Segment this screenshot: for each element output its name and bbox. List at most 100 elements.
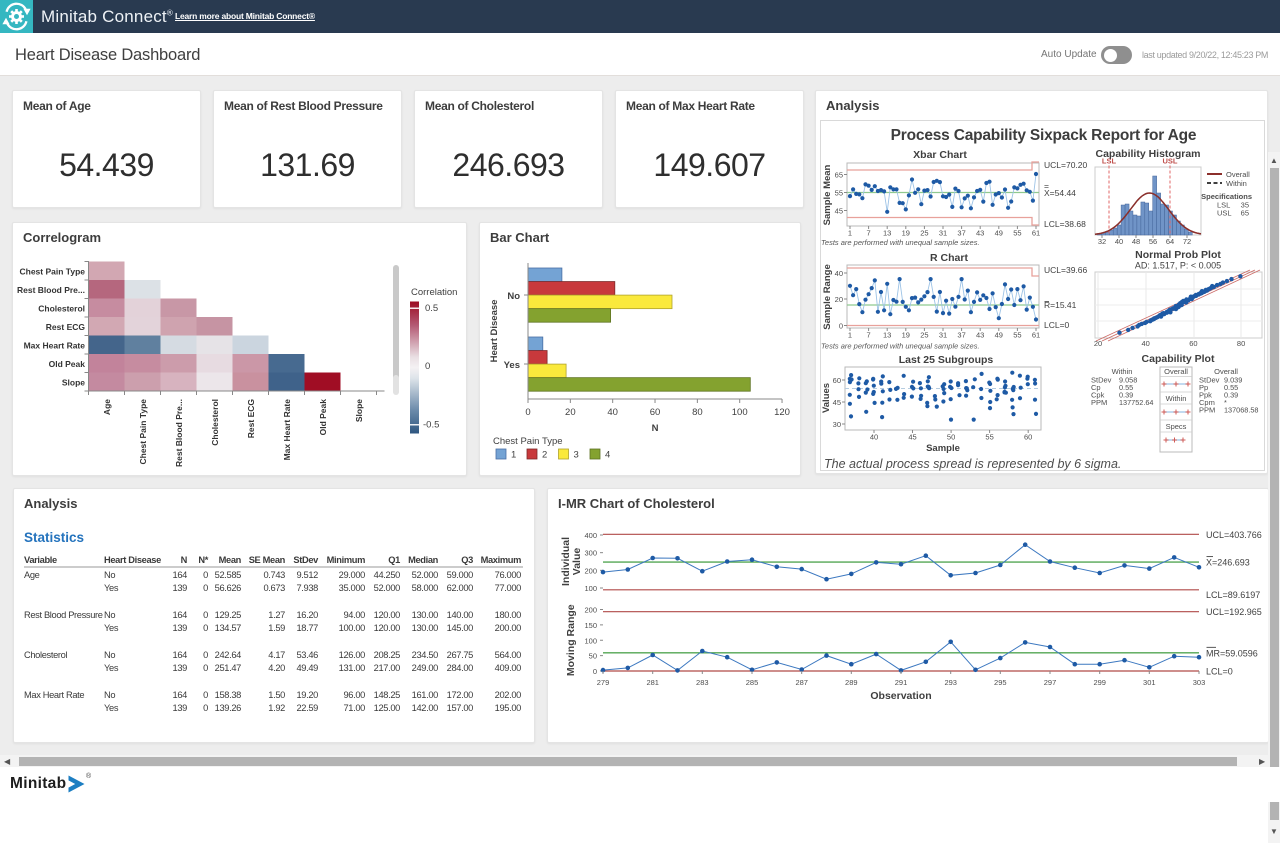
svg-text:Minimum: Minimum	[327, 555, 365, 565]
svg-text:142.00: 142.00	[412, 703, 439, 713]
svg-text:Rest ECG: Rest ECG	[46, 322, 86, 332]
svg-text:Tests are performed with unequ: Tests are performed with unequal sample …	[821, 238, 980, 247]
svg-text:125.00: 125.00	[374, 703, 401, 713]
svg-text:1: 1	[848, 229, 852, 238]
svg-text:100: 100	[584, 636, 597, 645]
svg-text:0: 0	[203, 583, 208, 593]
svg-text:164: 164	[173, 570, 188, 580]
svg-text:Observation: Observation	[870, 690, 931, 702]
svg-text:Rest Blood Pre...: Rest Blood Pre...	[174, 399, 184, 467]
svg-text:Max Heart Rate: Max Heart Rate	[24, 340, 86, 350]
svg-text:31: 31	[939, 331, 947, 340]
svg-text:Yes: Yes	[504, 360, 520, 371]
svg-text:50: 50	[589, 652, 597, 661]
svg-text:18.77: 18.77	[296, 623, 318, 633]
svg-text:No: No	[104, 570, 115, 580]
svg-text:Slope: Slope	[354, 399, 364, 422]
svg-text:71.00: 71.00	[343, 703, 365, 713]
svg-text:56.626: 56.626	[215, 583, 242, 593]
svg-text:157.00: 157.00	[447, 703, 474, 713]
svg-text:120.00: 120.00	[374, 623, 401, 633]
svg-text:1.27: 1.27	[268, 610, 285, 620]
svg-text:0: 0	[203, 703, 208, 713]
svg-text:Q3: Q3	[461, 555, 473, 565]
svg-text:180.00: 180.00	[495, 610, 522, 620]
svg-text:94.00: 94.00	[343, 610, 365, 620]
svg-text:60: 60	[833, 376, 841, 385]
svg-text:1.50: 1.50	[268, 690, 285, 700]
svg-text:Heart Disease: Heart Disease	[489, 300, 500, 363]
svg-text:129.25: 129.25	[215, 610, 242, 620]
svg-text:Chest Pain Type: Chest Pain Type	[493, 436, 563, 447]
svg-text:7: 7	[867, 229, 871, 238]
svg-text:Yes: Yes	[104, 623, 119, 633]
svg-text:72: 72	[1183, 237, 1191, 246]
svg-text:X=54.44: X=54.44	[1044, 188, 1076, 198]
svg-text:Overall: Overall	[1226, 170, 1250, 179]
svg-text:55: 55	[985, 433, 993, 442]
svg-text:52.585: 52.585	[215, 570, 242, 580]
svg-text:55: 55	[835, 189, 843, 198]
svg-text:StDev: StDev	[293, 555, 319, 565]
svg-text:0.673: 0.673	[263, 583, 285, 593]
svg-text:Normal Prob Plot: Normal Prob Plot	[1135, 249, 1221, 261]
svg-text:LCL=89.6197: LCL=89.6197	[1206, 590, 1260, 600]
svg-text:0: 0	[203, 650, 208, 660]
svg-text:139: 139	[173, 663, 188, 673]
svg-text:56: 56	[1149, 237, 1157, 246]
svg-text:0: 0	[203, 610, 208, 620]
svg-text:40: 40	[1115, 237, 1123, 246]
svg-text:49.49: 49.49	[296, 663, 318, 673]
svg-text:22.59: 22.59	[296, 703, 318, 713]
svg-text:1.59: 1.59	[268, 623, 285, 633]
svg-text:Values: Values	[821, 383, 832, 413]
svg-text:AD: 1.517, P: < 0.005: AD: 1.517, P: < 0.005	[1135, 261, 1221, 271]
svg-text:4.17: 4.17	[268, 650, 285, 660]
svg-text:Yes: Yes	[104, 703, 119, 713]
svg-text:0: 0	[839, 322, 843, 331]
svg-text:37: 37	[957, 229, 965, 238]
svg-text:Variable: Variable	[24, 555, 57, 565]
svg-text:No: No	[104, 650, 115, 660]
svg-text:45: 45	[833, 398, 841, 407]
svg-text:295: 295	[994, 678, 1007, 687]
svg-text:100: 100	[584, 584, 597, 593]
svg-text:0: 0	[203, 663, 208, 673]
svg-text:20: 20	[565, 407, 576, 418]
svg-text:Capability Plot: Capability Plot	[1142, 353, 1215, 365]
svg-text:Max Heart Rate: Max Heart Rate	[24, 690, 84, 700]
svg-text:293: 293	[944, 678, 957, 687]
svg-text:161.00: 161.00	[412, 690, 439, 700]
svg-text:Cholesterol: Cholesterol	[38, 303, 85, 313]
svg-text:44.250: 44.250	[374, 570, 401, 580]
svg-text:PPM: PPM	[1091, 398, 1107, 407]
svg-text:Chest Pain Type: Chest Pain Type	[138, 399, 148, 465]
svg-text:139: 139	[173, 583, 188, 593]
svg-text:Old Peak: Old Peak	[318, 399, 328, 436]
svg-text:80: 80	[692, 407, 703, 418]
svg-text:148.25: 148.25	[374, 690, 401, 700]
svg-text:62.000: 62.000	[447, 583, 474, 593]
svg-text:0: 0	[593, 667, 597, 676]
svg-text:1.92: 1.92	[268, 703, 285, 713]
svg-text:120.00: 120.00	[374, 610, 401, 620]
svg-text:58.000: 58.000	[412, 583, 439, 593]
svg-text:N: N	[181, 555, 188, 565]
svg-text:40: 40	[1142, 339, 1150, 348]
svg-text:37: 37	[957, 331, 965, 340]
svg-text:100: 100	[732, 407, 748, 418]
svg-text:No: No	[104, 690, 115, 700]
svg-text:267.75: 267.75	[447, 650, 474, 660]
svg-text:LCL=0: LCL=0	[1206, 667, 1233, 677]
svg-text:130.00: 130.00	[412, 623, 439, 633]
svg-text:242.64: 242.64	[215, 650, 242, 660]
svg-text:35.000: 35.000	[339, 583, 366, 593]
svg-text:UCL=39.66: UCL=39.66	[1044, 265, 1088, 275]
svg-text:134.57: 134.57	[215, 623, 242, 633]
svg-text:65: 65	[1241, 209, 1249, 218]
svg-text:No: No	[104, 610, 115, 620]
svg-text:195.00: 195.00	[495, 703, 522, 713]
svg-text:300: 300	[584, 549, 597, 558]
svg-text:281: 281	[646, 678, 659, 687]
svg-text:Correlation: Correlation	[411, 287, 457, 298]
